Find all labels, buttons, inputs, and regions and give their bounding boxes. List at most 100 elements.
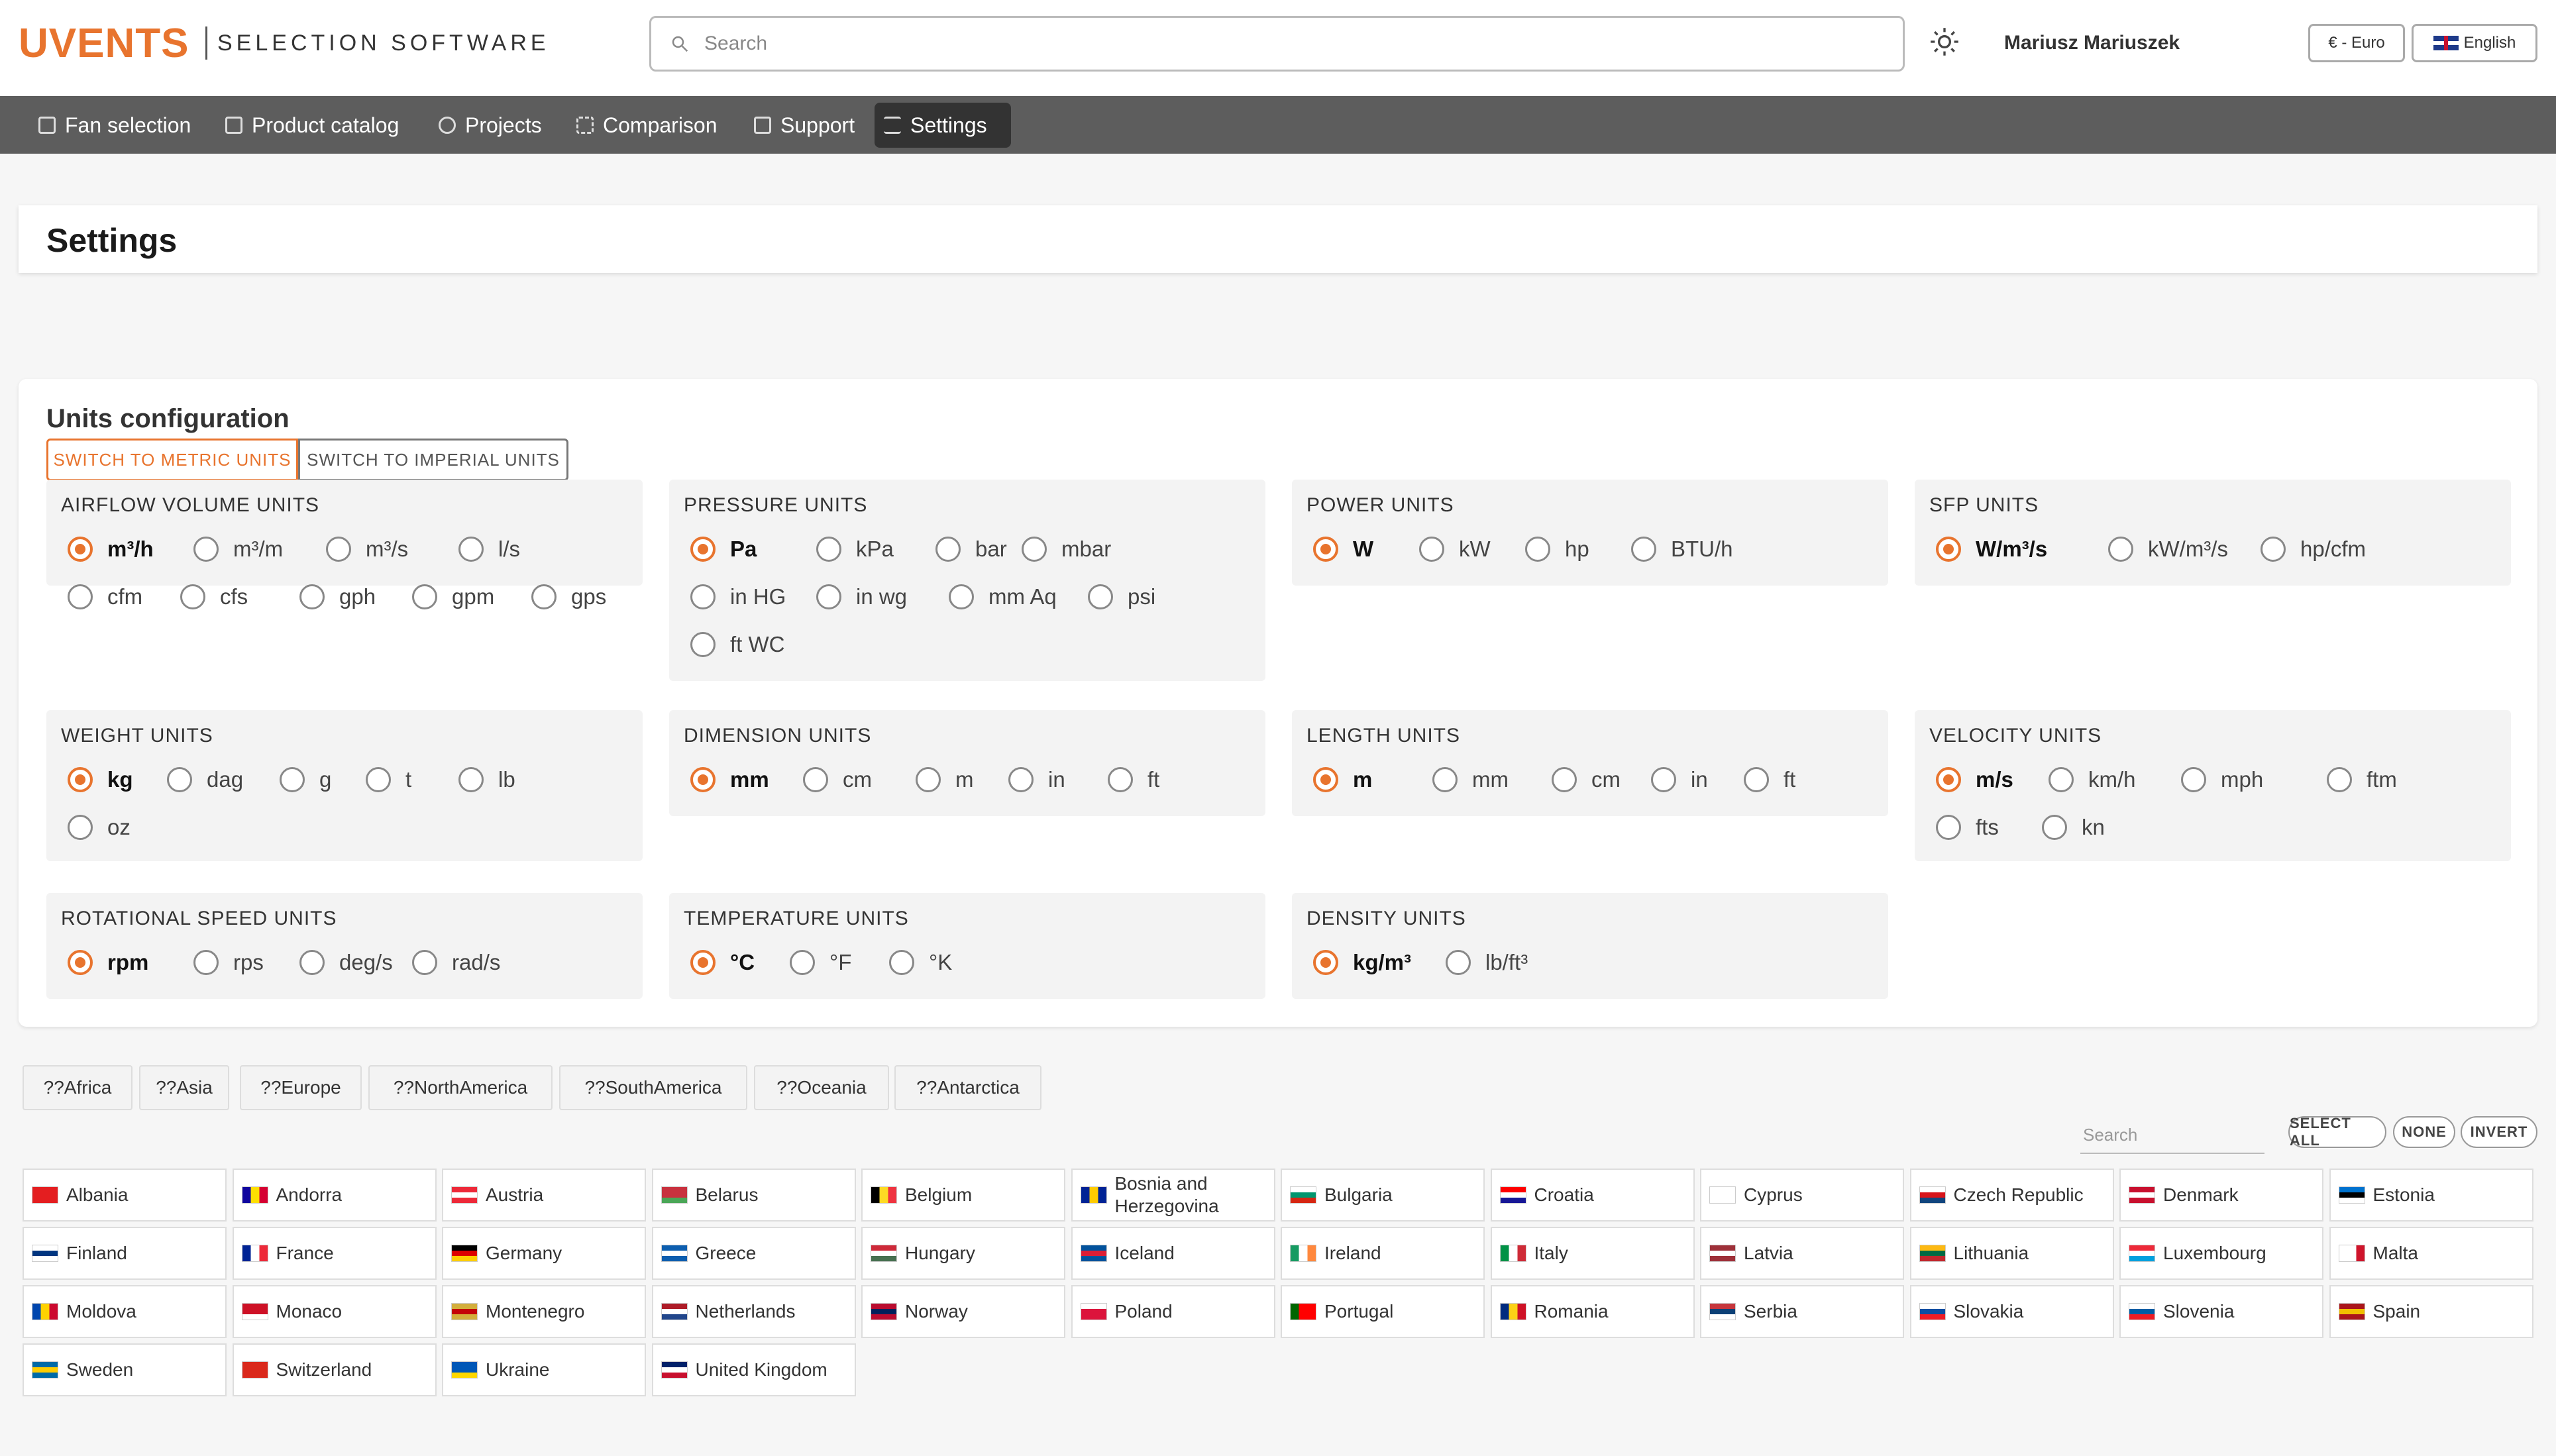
unit-option[interactable]: lb/ft³	[1446, 950, 1528, 975]
radio-unchecked-icon[interactable]	[412, 584, 437, 609]
radio-unchecked-icon[interactable]	[68, 584, 93, 609]
continent-tab[interactable]: ??Antarctica	[894, 1065, 1041, 1110]
continent-tab[interactable]: ??Asia	[139, 1065, 229, 1110]
radio-unchecked-icon[interactable]	[816, 584, 841, 609]
unit-option[interactable]: in HG	[690, 584, 786, 609]
unit-option[interactable]: m³/h	[68, 537, 154, 562]
country-item[interactable]: Ukraine	[442, 1343, 646, 1396]
radio-unchecked-icon[interactable]	[68, 815, 93, 840]
country-item[interactable]: Finland	[23, 1227, 227, 1280]
unit-option[interactable]: in wg	[816, 584, 907, 609]
global-search-input[interactable]: Search	[649, 16, 1905, 72]
nav-product-catalog[interactable]: Product catalog	[216, 103, 408, 148]
continent-tab[interactable]: ??Oceania	[754, 1065, 889, 1110]
radio-unchecked-icon[interactable]	[180, 584, 205, 609]
unit-option[interactable]: W	[1313, 537, 1373, 562]
radio-unchecked-icon[interactable]	[193, 950, 219, 975]
unit-option[interactable]: cm	[1552, 767, 1621, 792]
unit-option[interactable]: deg/s	[299, 950, 393, 975]
country-item[interactable]: Portugal	[1281, 1285, 1485, 1338]
country-item[interactable]: Albania	[23, 1169, 227, 1222]
continent-tab[interactable]: ??Europe	[240, 1065, 362, 1110]
country-item[interactable]: Austria	[442, 1169, 646, 1222]
user-name[interactable]: Mariusz Mariuszek	[2004, 32, 2180, 54]
unit-option[interactable]: °C	[690, 950, 755, 975]
country-item[interactable]: Malta	[2329, 1227, 2533, 1280]
switch-metric-button[interactable]: SWITCH TO METRIC UNITS	[46, 439, 298, 481]
unit-option[interactable]: cm	[803, 767, 872, 792]
unit-option[interactable]: rpm	[68, 950, 148, 975]
unit-option[interactable]: °F	[790, 950, 851, 975]
unit-option[interactable]: mph	[2181, 767, 2263, 792]
radio-checked-icon[interactable]	[68, 950, 93, 975]
unit-option[interactable]: in	[1651, 767, 1708, 792]
select-all-button[interactable]: SELECT ALL	[2288, 1115, 2386, 1149]
unit-option[interactable]: kPa	[816, 537, 894, 562]
radio-unchecked-icon[interactable]	[167, 767, 192, 792]
nav-settings[interactable]: Settings	[875, 103, 1011, 148]
radio-unchecked-icon[interactable]	[1631, 537, 1656, 562]
unit-option[interactable]: fts	[1936, 815, 1999, 840]
unit-option[interactable]: Pa	[690, 537, 757, 562]
unit-option[interactable]: mm	[690, 767, 769, 792]
radio-unchecked-icon[interactable]	[1008, 767, 1034, 792]
unit-option[interactable]: rps	[193, 950, 264, 975]
radio-unchecked-icon[interactable]	[299, 950, 325, 975]
unit-option[interactable]: cfm	[68, 584, 142, 609]
radio-unchecked-icon[interactable]	[690, 632, 716, 657]
unit-option[interactable]: rad/s	[412, 950, 500, 975]
nav-comparison[interactable]: Comparison	[567, 103, 727, 148]
unit-option[interactable]: ft	[1744, 767, 1795, 792]
radio-unchecked-icon[interactable]	[2049, 767, 2074, 792]
radio-checked-icon[interactable]	[690, 950, 716, 975]
unit-option[interactable]: m³/m	[193, 537, 283, 562]
radio-unchecked-icon[interactable]	[1088, 584, 1113, 609]
country-item[interactable]: Belarus	[651, 1169, 856, 1222]
country-item[interactable]: Greece	[651, 1227, 856, 1280]
unit-option[interactable]: kg	[68, 767, 133, 792]
radio-unchecked-icon[interactable]	[326, 537, 351, 562]
unit-option[interactable]: W/m³/s	[1936, 537, 2047, 562]
country-item[interactable]: Montenegro	[442, 1285, 646, 1338]
country-item[interactable]: Belgium	[861, 1169, 1065, 1222]
nav-projects[interactable]: Projects	[429, 103, 551, 148]
radio-unchecked-icon[interactable]	[280, 767, 305, 792]
radio-unchecked-icon[interactable]	[2181, 767, 2206, 792]
country-item[interactable]: Denmark	[2119, 1169, 2323, 1222]
unit-option[interactable]: kn	[2042, 815, 2105, 840]
country-item[interactable]: Spain	[2329, 1285, 2533, 1338]
radio-unchecked-icon[interactable]	[1446, 950, 1471, 975]
country-item[interactable]: Sweden	[23, 1343, 227, 1396]
country-item[interactable]: Germany	[442, 1227, 646, 1280]
unit-option[interactable]: m	[1313, 767, 1372, 792]
unit-option[interactable]: m	[916, 767, 974, 792]
country-item[interactable]: Slovakia	[1909, 1285, 2114, 1338]
radio-unchecked-icon[interactable]	[2261, 537, 2286, 562]
unit-option[interactable]: bar	[935, 537, 1007, 562]
unit-option[interactable]: t	[366, 767, 411, 792]
country-item[interactable]: Poland	[1071, 1285, 1275, 1338]
country-search-input[interactable]: Search	[2080, 1119, 2264, 1154]
unit-option[interactable]: °K	[889, 950, 952, 975]
continent-tab[interactable]: ??SouthAmerica	[559, 1065, 747, 1110]
radio-checked-icon[interactable]	[690, 537, 716, 562]
invert-selection-button[interactable]: INVERT	[2461, 1116, 2537, 1148]
unit-option[interactable]: m³/s	[326, 537, 408, 562]
radio-unchecked-icon[interactable]	[458, 767, 484, 792]
unit-option[interactable]: lb	[458, 767, 515, 792]
country-item[interactable]: Ireland	[1281, 1227, 1485, 1280]
continent-tab[interactable]: ??Africa	[23, 1065, 133, 1110]
country-item[interactable]: Cyprus	[1700, 1169, 1904, 1222]
country-item[interactable]: Bulgaria	[1281, 1169, 1485, 1222]
radio-unchecked-icon[interactable]	[366, 767, 391, 792]
unit-option[interactable]: mbar	[1022, 537, 1111, 562]
country-item[interactable]: Norway	[861, 1285, 1065, 1338]
radio-unchecked-icon[interactable]	[2042, 815, 2067, 840]
unit-option[interactable]: gph	[299, 584, 376, 609]
currency-button[interactable]: € - Euro	[2308, 24, 2405, 62]
unit-option[interactable]: ft	[1108, 767, 1159, 792]
radio-unchecked-icon[interactable]	[916, 767, 941, 792]
country-item[interactable]: United Kingdom	[651, 1343, 856, 1396]
unit-option[interactable]: m/s	[1936, 767, 2013, 792]
radio-checked-icon[interactable]	[1936, 537, 1961, 562]
